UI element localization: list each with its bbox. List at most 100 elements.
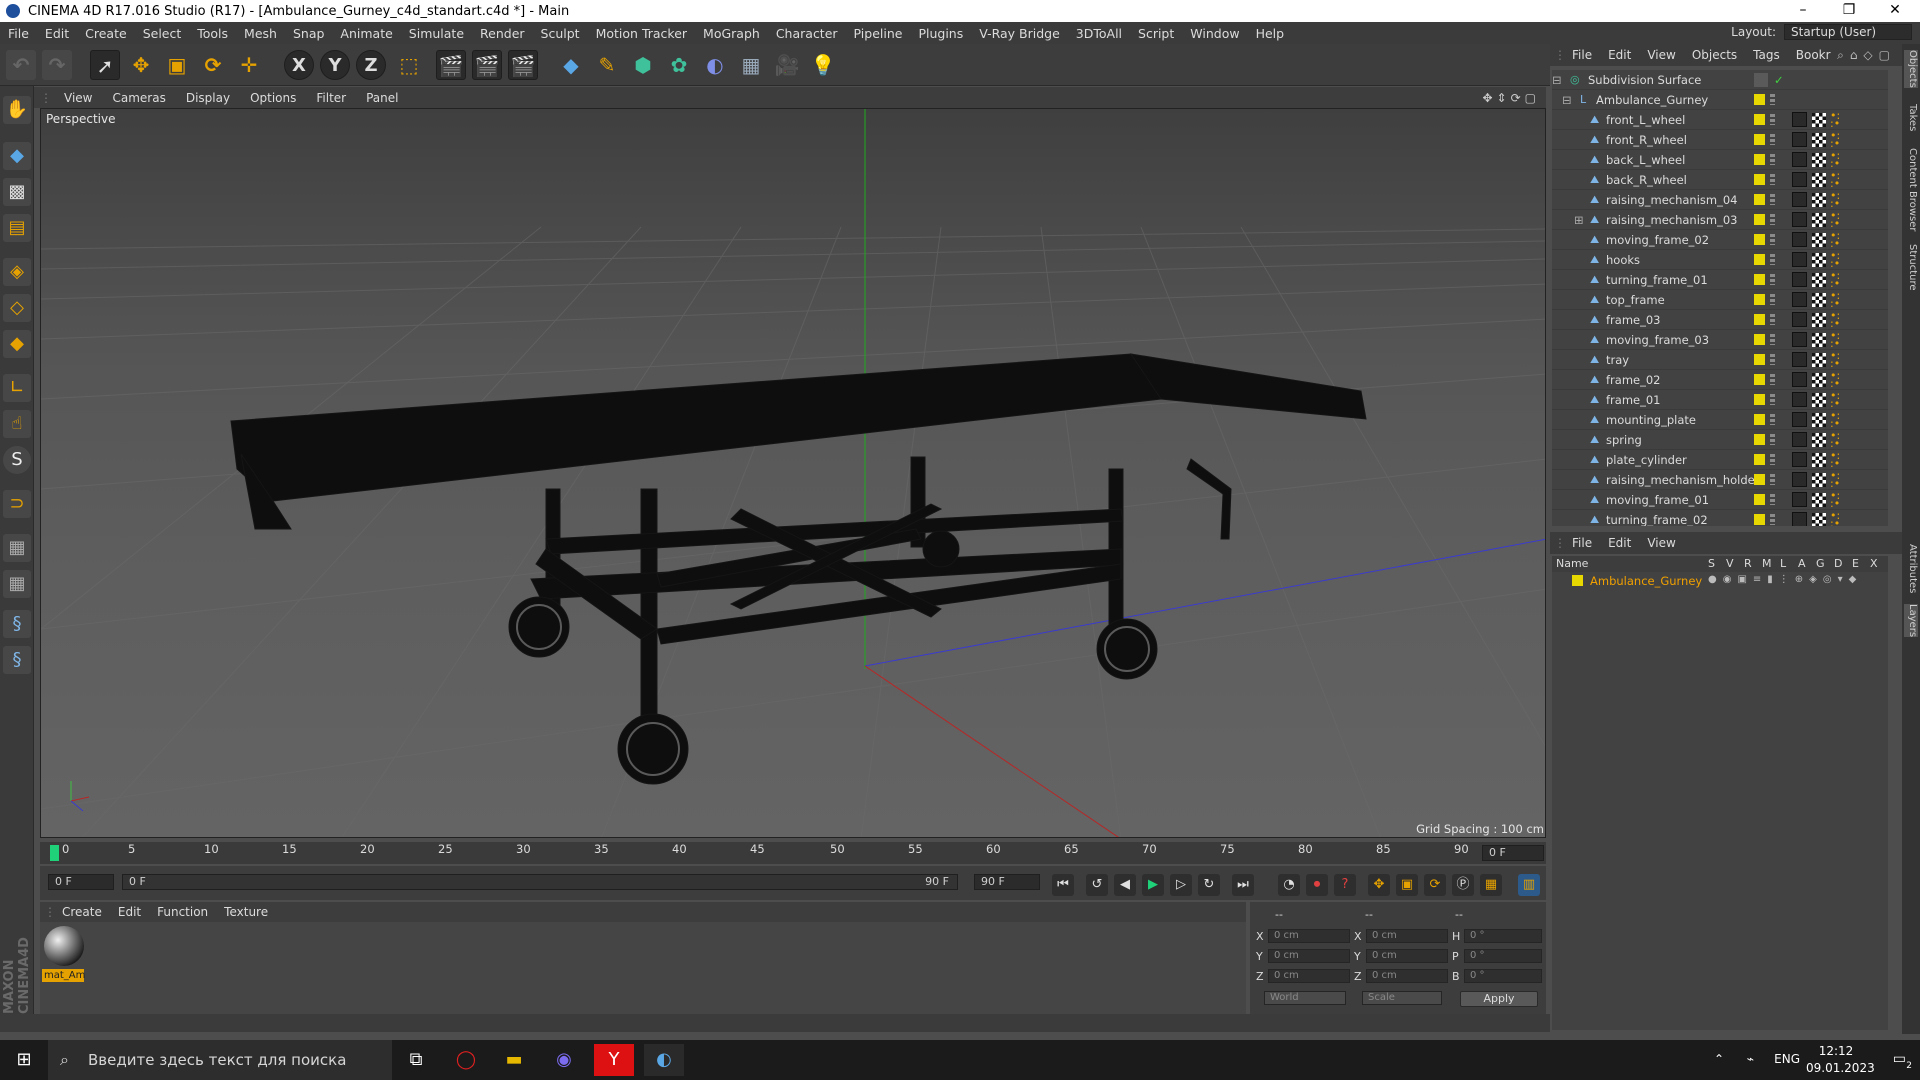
texture-tag-icon[interactable] [1792,252,1807,267]
light-bulb-icon[interactable]: 💡 [808,50,838,80]
material-tag-icon[interactable] [1812,213,1826,227]
material-tag-icon[interactable] [1812,513,1826,526]
workplane-align-icon[interactable]: ▦ [3,570,31,598]
material-tag-icon[interactable] [1812,253,1826,267]
object-row-group[interactable]: ⊟ L Ambulance_Gurney [1552,90,1888,110]
tab-takes[interactable]: Takes [1904,104,1918,131]
texture-tag-icon[interactable] [1792,452,1807,467]
go-to-start-icon[interactable]: ⏮ [1052,874,1074,896]
layers-menu-file[interactable]: File [1564,536,1600,550]
material-tag-icon[interactable] [1812,293,1826,307]
texture-tag-icon[interactable] [1792,512,1807,526]
y-axis-lock-icon[interactable]: Y [320,50,350,80]
texture-tag-icon[interactable] [1792,132,1807,147]
go-to-end-icon[interactable]: ⏭ [1232,874,1254,896]
minimize-button[interactable]: – [1780,0,1826,22]
menu-animate[interactable]: Animate [332,26,400,41]
material-tag-icon[interactable] [1812,313,1826,327]
key-rotation-icon[interactable]: ⟳ [1424,874,1446,896]
object-row[interactable]: ⛰ frame_01 •::• [1552,390,1888,410]
taskbar-search-box[interactable]: ⌕ Введите здесь текст для поиска [48,1040,392,1080]
render-view-icon[interactable]: 🎬 [436,50,466,80]
visibility-dots[interactable] [1770,474,1775,485]
visibility-dots[interactable] [1770,154,1775,165]
rotation-h-field[interactable]: 0 ° [1464,929,1542,943]
viewport-menu-filter[interactable]: Filter [306,91,356,105]
visibility-dots[interactable] [1770,494,1775,505]
timeline-window-icon[interactable]: ▥ [1518,874,1540,896]
material-tag-icon[interactable] [1812,153,1826,167]
file-explorer-icon[interactable]: ▬ [494,1044,534,1076]
z-axis-lock-icon[interactable]: Z [356,50,386,80]
size-mode-dropdown[interactable]: Scale [1362,991,1442,1005]
material-thumbnail[interactable] [44,926,84,966]
move-tool-icon[interactable]: ✥ [126,50,156,80]
workplane-mode-icon[interactable]: ▤ [3,214,31,242]
layer-color-swatch[interactable] [1754,474,1765,485]
coordinate-system-icon[interactable]: ⬚ [394,50,424,80]
key-pla-icon[interactable]: ▦ [1480,874,1502,896]
texture-tag-icon[interactable] [1792,492,1807,507]
axis-mode-icon[interactable]: ∟ [3,374,31,402]
object-row[interactable]: ⛰ moving_frame_01 •::• [1552,490,1888,510]
object-row[interactable]: ⛰ frame_02 •::• [1552,370,1888,390]
layer-color-swatch[interactable] [1754,194,1765,205]
undo-icon[interactable]: ↶ [6,50,36,80]
floor-scene-icon[interactable]: ▦ [736,50,766,80]
texture-tag-icon[interactable] [1792,332,1807,347]
coordinate-mode-dropdown[interactable]: World [1264,991,1346,1005]
size-y-field[interactable]: 0 cm [1366,949,1448,963]
object-row[interactable]: ⛰ spring •::• [1552,430,1888,450]
menu-window[interactable]: Window [1182,26,1247,41]
material-tag-icon[interactable] [1812,133,1826,147]
menu-3dtoall[interactable]: 3DToAll [1068,26,1130,41]
collapse-icon[interactable]: ⊟ [1552,70,1562,90]
previous-frame-icon[interactable]: ◀ [1114,874,1136,896]
tab-structure[interactable]: Structure [1904,244,1918,291]
menu-snap[interactable]: Snap [285,26,332,41]
texture-tag-icon[interactable] [1792,312,1807,327]
menu-script[interactable]: Script [1130,26,1182,41]
texture-tag-icon[interactable] [1792,372,1807,387]
texture-tag-icon[interactable] [1792,192,1807,207]
material-menu-create[interactable]: Create [54,905,110,919]
object-row[interactable]: ⛰ mounting_plate •::• [1552,410,1888,430]
layer-color-swatch[interactable] [1754,114,1765,125]
rotate-tool-icon[interactable]: ⟳ [198,50,228,80]
material-tag-icon[interactable] [1812,373,1826,387]
uvw-tag-icon[interactable]: •::• [1830,330,1844,349]
visibility-dots[interactable] [1770,514,1775,525]
opera-browser-icon[interactable]: ◯ [446,1044,486,1076]
texture-tag-icon[interactable] [1792,172,1807,187]
snap-icon[interactable]: S [3,446,31,474]
uvw-tag-icon[interactable]: •::• [1830,350,1844,369]
end-frame-field[interactable]: 90 F [974,874,1040,890]
material-tag-icon[interactable] [1812,233,1826,247]
layer-color-swatch[interactable] [1754,234,1765,245]
menu-create[interactable]: Create [77,26,135,41]
material-tag-icon[interactable] [1812,453,1826,467]
uvw-tag-icon[interactable]: •::• [1830,430,1844,449]
edges-mode-icon[interactable]: ◇ [3,294,31,322]
object-row[interactable]: ⛰ back_L_wheel •::• [1552,150,1888,170]
menu-motion-tracker[interactable]: Motion Tracker [588,26,695,41]
cube-primitive-icon[interactable]: ◆ [556,50,586,80]
visibility-dots[interactable] [1770,254,1775,265]
objects-menu-edit[interactable]: Edit [1600,48,1639,62]
uvw-tag-icon[interactable]: •::• [1830,370,1844,389]
object-row[interactable]: ⛰ hooks •::• [1552,250,1888,270]
render-settings-icon[interactable]: 🎬 [508,50,538,80]
tab-attributes[interactable]: Attributes [1904,544,1918,593]
position-x-field[interactable]: 0 cm [1268,929,1350,943]
record-keys-icon[interactable]: ◔ [1278,874,1300,896]
layer-color-swatch[interactable] [1754,314,1765,325]
layer-color-swatch[interactable] [1754,154,1765,165]
material-menu-function[interactable]: Function [149,905,216,919]
texture-tag-icon[interactable] [1792,272,1807,287]
uvw-tag-icon[interactable]: •::• [1830,390,1844,409]
layer-color-swatch[interactable] [1754,354,1765,365]
points-mode-icon[interactable]: ◈ [3,258,31,286]
material-tag-icon[interactable] [1812,333,1826,347]
layer-color-swatch[interactable] [1572,575,1583,586]
menu-tools[interactable]: Tools [189,26,236,41]
